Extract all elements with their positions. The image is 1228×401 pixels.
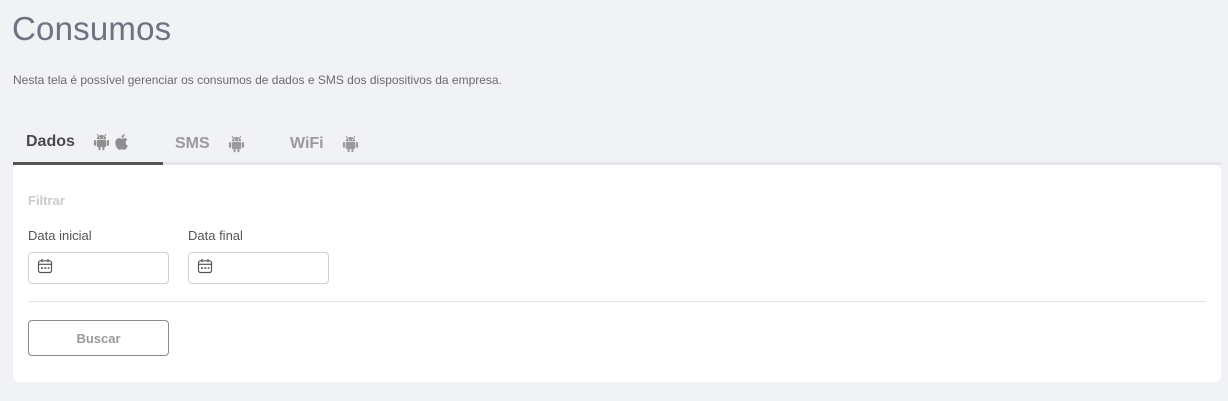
tab-sms-label: SMS	[175, 134, 210, 152]
tab-dados-os-icons	[93, 133, 130, 151]
calendar-icon	[37, 258, 53, 279]
filter-card: Filtrar Data inicial Data final Buscar	[13, 165, 1221, 382]
tab-sms[interactable]: SMS	[175, 122, 285, 165]
tab-wifi-label: WiFi	[290, 134, 324, 152]
start-date-input[interactable]	[59, 255, 163, 281]
android-icon	[228, 135, 245, 153]
tab-dados[interactable]: Dados	[13, 122, 163, 165]
tab-bar: Dados SMS WiFi	[13, 122, 1221, 165]
start-date-field[interactable]	[28, 252, 169, 284]
search-button[interactable]: Buscar	[28, 320, 169, 356]
end-date-field[interactable]	[188, 252, 329, 284]
end-date-input[interactable]	[219, 255, 323, 281]
end-date-label: Data final	[188, 228, 243, 243]
tab-wifi-os-icons	[342, 135, 359, 153]
page-title: Consumos	[12, 10, 172, 47]
apple-icon	[114, 133, 130, 151]
page-description: Nesta tela é possível gerenciar os consu…	[13, 73, 502, 87]
android-icon	[342, 135, 359, 153]
tab-sms-os-icons	[228, 135, 245, 153]
tab-dados-label: Dados	[26, 133, 75, 150]
divider	[28, 301, 1206, 302]
tab-wifi[interactable]: WiFi	[290, 122, 400, 165]
android-icon	[93, 133, 110, 151]
filter-title: Filtrar	[28, 193, 65, 208]
calendar-icon	[197, 258, 213, 279]
start-date-label: Data inicial	[28, 228, 92, 243]
